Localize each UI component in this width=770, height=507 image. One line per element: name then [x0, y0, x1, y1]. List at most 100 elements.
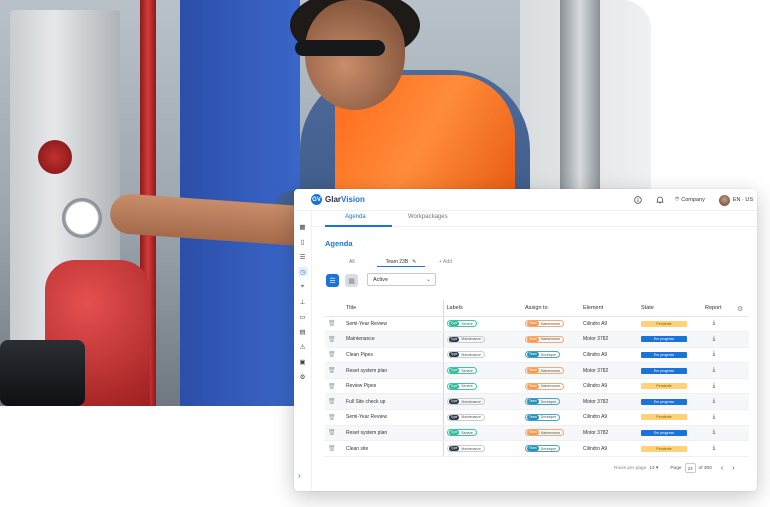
label-tag[interactable]: Type Service [446, 429, 477, 437]
table-settings-icon[interactable]: ⚙ [737, 305, 743, 313]
assign-tag[interactable]: Team Maintenance [525, 335, 565, 343]
trash-icon[interactable]: 🗑 [328, 321, 336, 327]
assign-text: Maintenance [540, 337, 561, 342]
header-element[interactable]: Element [580, 300, 638, 317]
settings-icon[interactable]: ⚙ [298, 372, 307, 381]
label-tag[interactable]: Type Maintenance [446, 413, 485, 421]
list-view-toggle[interactable]: ☰ [326, 274, 339, 287]
header-title[interactable]: Title [343, 300, 443, 317]
user-menu[interactable]: EN · US [718, 194, 753, 206]
top-bar: GV GlarVision ⌾ Company EN · US [294, 189, 757, 211]
status-select[interactable]: Active ⌄ [367, 273, 436, 286]
table-row[interactable]: 🗑 Full Site check up Type Maintenance Team De… [325, 393, 749, 411]
download-icon[interactable]: ⤓ [709, 336, 719, 343]
cell-title[interactable]: Clean site [343, 440, 443, 457]
calendar-view-toggle[interactable]: ▦ [345, 274, 358, 287]
dashboard-icon[interactable]: ▦ [298, 222, 307, 231]
assign-tag[interactable]: Team Maintenance [525, 320, 565, 328]
next-page-icon[interactable]: › [732, 465, 734, 472]
label-type: Type [448, 383, 460, 389]
page-input[interactable]: 23 [684, 463, 696, 473]
label-tag[interactable]: Type Maintenance [446, 351, 485, 359]
document-icon[interactable]: ▯ [298, 237, 307, 246]
trash-icon[interactable]: 🗑 [328, 384, 336, 390]
trash-icon[interactable]: 🗑 [328, 352, 336, 358]
label-tag[interactable]: Type Maintenance [446, 335, 485, 343]
page-title: Agenda [325, 239, 353, 248]
clock-icon[interactable]: ◷ [298, 267, 308, 276]
table-row[interactable]: 🗑 Maintenance Type Maintenance Team Maintenan… [325, 331, 749, 348]
table-row[interactable]: 🗑 Clean site Type Maintenance Team Developer C… [325, 440, 749, 457]
label-tag[interactable]: Type Maintenance [446, 398, 485, 406]
assign-tag[interactable]: Team Maintenance [525, 382, 565, 390]
cell-title[interactable]: Reset system plan [343, 425, 443, 442]
cell-title[interactable]: Clean Pipes [343, 347, 443, 364]
cell-title[interactable]: Semi-Year Review [343, 409, 443, 426]
table-row[interactable]: 🗑 Review Pipes Type Service Team Maintenance C… [325, 378, 749, 395]
cell-title[interactable]: Maintenance [343, 331, 443, 348]
tab-workpackages[interactable]: Workpackages [408, 214, 448, 220]
download-icon[interactable]: ⤓ [709, 445, 719, 452]
label-tag[interactable]: Type Service [446, 382, 477, 390]
assign-tag[interactable]: Team Developer [525, 351, 561, 359]
app-logo[interactable]: GV GlarVision [311, 194, 365, 205]
cell-title[interactable]: Semi-Year Review [343, 316, 443, 333]
cell-assign: Team Developer [522, 347, 580, 364]
trash-icon[interactable]: 🗑 [328, 399, 336, 405]
table-row[interactable]: 🗑 Clean Pipes Type Maintenance Team Developer… [325, 347, 749, 364]
cell-assign: Team Maintenance [522, 331, 580, 348]
org-chart-icon[interactable]: ⊥ [298, 297, 307, 306]
prev-page-icon[interactable]: ‹ [721, 465, 723, 472]
assign-tag[interactable]: Team Developer [525, 398, 561, 406]
table-row[interactable]: 🗑 Semi-Year Review Type Service Team Maintena… [325, 316, 749, 333]
info-icon[interactable] [631, 193, 645, 207]
download-icon[interactable]: ⤓ [709, 414, 719, 421]
company-selector[interactable]: ⌾ Company [675, 196, 705, 204]
book-icon[interactable]: ▭ [298, 312, 307, 321]
header-state[interactable]: State [638, 300, 702, 317]
table-row[interactable]: 🗑 Reset system plan Type Service Team Mainten… [325, 362, 749, 379]
add-filter-button[interactable]: + Add [439, 259, 452, 265]
warning-icon[interactable]: ⚠ [298, 342, 307, 351]
trash-icon[interactable]: 🗑 [328, 337, 336, 343]
calendar-icon[interactable]: ▣ [298, 357, 307, 366]
filter-team[interactable]: Team 23B ✎ [377, 258, 425, 267]
row-delete-cell: 🗑 [325, 331, 343, 348]
filter-all[interactable]: All [349, 259, 355, 265]
label-type: Type [448, 414, 460, 420]
download-icon[interactable]: ⤓ [709, 429, 719, 436]
header-labels[interactable]: Labels [442, 300, 522, 317]
assign-tag[interactable]: Team Developer [525, 445, 561, 453]
download-icon[interactable]: ⤓ [709, 320, 719, 327]
header-assign[interactable]: Assign to [522, 300, 580, 317]
download-icon[interactable]: ⤓ [709, 398, 719, 405]
tab-agenda[interactable]: Agenda [345, 214, 366, 220]
rows-per-page-select[interactable]: 13 ▾ [649, 466, 658, 471]
trash-icon[interactable]: 🗑 [328, 415, 336, 421]
table-row[interactable]: 🗑 Semi-Year Review Type Maintenance Team Deve… [325, 409, 749, 426]
assign-tag[interactable]: Team Maintenance [525, 367, 565, 375]
location-icon[interactable]: ⌖ [298, 282, 307, 291]
label-tag[interactable]: Type Service [446, 367, 477, 375]
label-tag[interactable]: Type Maintenance [446, 445, 485, 453]
edit-icon[interactable]: ✎ [412, 259, 416, 265]
trash-icon[interactable]: 🗑 [328, 446, 336, 452]
cell-title[interactable]: Reset system plan [343, 362, 443, 379]
checklist-icon[interactable]: ☰ [298, 252, 307, 261]
chevron-down-icon: ⌄ [425, 277, 431, 283]
row-delete-cell: 🗑 [325, 378, 343, 395]
expand-sidebar-icon[interactable]: › [298, 471, 301, 480]
download-icon[interactable]: ⤓ [709, 351, 719, 358]
cell-title[interactable]: Review Pipes [343, 378, 443, 395]
trash-icon[interactable]: 🗑 [328, 368, 336, 374]
trash-icon[interactable]: 🗑 [328, 430, 336, 436]
clipboard-icon[interactable]: ▤ [298, 327, 307, 336]
download-icon[interactable]: ⤓ [709, 383, 719, 390]
assign-tag[interactable]: Team Maintenance [525, 429, 565, 437]
bell-icon[interactable] [653, 193, 667, 207]
label-tag[interactable]: Type Service [446, 320, 477, 328]
cell-title[interactable]: Full Site check up [343, 393, 443, 411]
download-icon[interactable]: ⤓ [709, 367, 719, 374]
table-row[interactable]: 🗑 Reset system plan Type Service Team Mainten… [325, 425, 749, 442]
assign-tag[interactable]: Team Developer [525, 413, 561, 421]
